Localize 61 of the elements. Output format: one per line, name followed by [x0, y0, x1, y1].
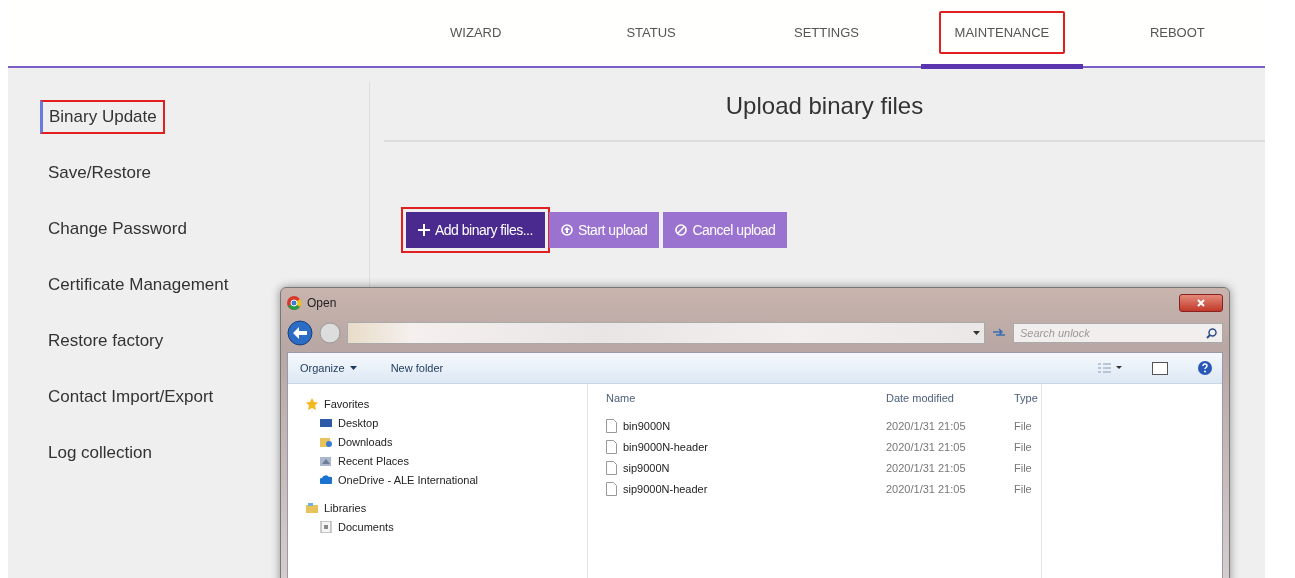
star-icon [306, 398, 318, 410]
column-header[interactable]: Name [606, 392, 886, 404]
close-icon [1197, 299, 1205, 307]
browser-logo-icon [287, 296, 301, 310]
file-name[interactable]: bin9000N [606, 419, 886, 433]
preview-pane-icon[interactable] [1152, 361, 1168, 375]
view-options-icon[interactable] [1098, 363, 1122, 373]
file-date: 2020/1/31 21:05 [886, 440, 967, 454]
start-button[interactable]: Start upload [548, 212, 660, 248]
sidebar-item[interactable]: Binary Update [40, 100, 165, 134]
sidebar-item[interactable]: Restore factory [40, 324, 172, 358]
cancel-icon [675, 224, 688, 236]
document-icon [320, 521, 332, 533]
back-icon[interactable] [287, 320, 313, 346]
nav-pane-item[interactable]: Favorites [306, 398, 587, 410]
file-icon [606, 461, 617, 475]
dialog-title: Open [307, 296, 337, 310]
nav-tab[interactable]: REBOOT [1096, 0, 1259, 69]
column-header[interactable]: Type [1014, 392, 1042, 404]
file-type: File [1014, 419, 1033, 433]
file-date: 2020/1/31 21:05 [886, 419, 967, 433]
sidebar-item[interactable]: Change Password [40, 212, 195, 246]
search-field[interactable]: Search unlock [1013, 323, 1223, 343]
sidebar-item[interactable]: Save/Restore [40, 156, 159, 190]
file-date: 2020/1/31 21:05 [886, 482, 967, 496]
file-icon [606, 419, 617, 433]
nav-pane-item[interactable]: Documents [306, 521, 587, 533]
nav-tab[interactable]: WIZARD [395, 0, 557, 69]
close-button[interactable] [1179, 294, 1223, 312]
monitor-icon [320, 417, 332, 429]
sidebar-item[interactable]: Certificate Management [40, 268, 237, 302]
file-type: File [1014, 461, 1033, 475]
file-icon [606, 482, 617, 496]
upload-icon [560, 224, 573, 236]
file-type: File [1014, 482, 1033, 496]
column-header[interactable]: Date modified [886, 392, 1014, 404]
caret-icon [349, 366, 357, 370]
cloud-icon [320, 474, 332, 486]
file-icon [606, 440, 617, 454]
search-icon [1206, 327, 1217, 339]
nav-tab[interactable]: STATUS [570, 0, 732, 69]
sidebar-item[interactable]: Contact Import/Export [40, 380, 222, 414]
plus-icon [418, 224, 430, 236]
file-name[interactable]: sip9000N-header [606, 482, 886, 496]
nav-pane-item[interactable]: Downloads [306, 436, 587, 448]
nav-pane-item[interactable]: Desktop [306, 417, 587, 429]
caret-icon [973, 331, 980, 335]
file-type: File [1014, 440, 1033, 454]
file-name[interactable]: bin9000N-header [606, 440, 886, 454]
sidebar-item[interactable]: Log collection [40, 436, 160, 470]
nav-pane-item[interactable]: Recent Places [306, 455, 587, 467]
organize-button[interactable]: Organize [298, 360, 359, 376]
cancel-button[interactable]: Cancel upload [663, 212, 788, 248]
page-title: Upload binary files [384, 68, 1265, 142]
nav-pane-item[interactable]: OneDrive - ALE International [306, 474, 587, 486]
help-icon[interactable] [1198, 361, 1212, 375]
file-name[interactable]: sip9000N [606, 461, 886, 475]
nav-tab[interactable]: SETTINGS [745, 0, 908, 69]
nav-pane-item[interactable]: Libraries [306, 502, 587, 514]
new-folder-button[interactable]: New folder [388, 360, 446, 376]
file-date: 2020/1/31 21:05 [886, 461, 967, 475]
